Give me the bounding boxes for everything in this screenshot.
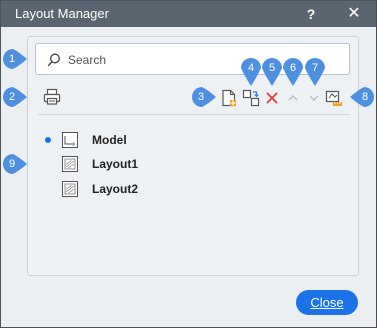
dialog-title: Layout Manager: [15, 6, 109, 21]
layout-label: Model: [92, 133, 127, 147]
chevron-down-icon[interactable]: [304, 88, 324, 108]
current-layout-indicator: [45, 137, 51, 143]
callout-1: 1: [2, 48, 28, 70]
page-setup-icon[interactable]: [324, 88, 344, 108]
title-bar: Layout Manager ? ✕: [1, 1, 376, 27]
toolbar-divider: [38, 114, 350, 115]
callout-9: 9: [2, 153, 28, 175]
layout-item-layout1[interactable]: Layout1: [45, 155, 225, 175]
paper-layout-icon: [62, 181, 78, 197]
callout-7: 7: [304, 57, 330, 86]
model-space-icon: [62, 132, 78, 148]
paper-layout-icon: [62, 156, 78, 172]
layout-label: Layout1: [92, 157, 139, 171]
close-button[interactable]: Close: [296, 290, 358, 315]
layout-label: Layout2: [92, 182, 139, 196]
help-button[interactable]: ?: [300, 3, 322, 25]
copy-layout-icon[interactable]: [241, 88, 261, 108]
callout-3: 3: [191, 86, 217, 108]
new-layout-icon[interactable]: [219, 88, 239, 108]
layout-item-model[interactable]: Model: [45, 131, 225, 151]
layout-item-layout2[interactable]: Layout2: [45, 180, 225, 200]
callout-8: 8: [349, 86, 375, 108]
delete-icon[interactable]: [262, 88, 282, 108]
printer-icon[interactable]: [42, 87, 62, 107]
chevron-up-icon[interactable]: [283, 88, 303, 108]
callout-2: 2: [2, 86, 28, 108]
close-window-button[interactable]: ✕: [343, 3, 365, 25]
search-icon: [47, 53, 60, 67]
